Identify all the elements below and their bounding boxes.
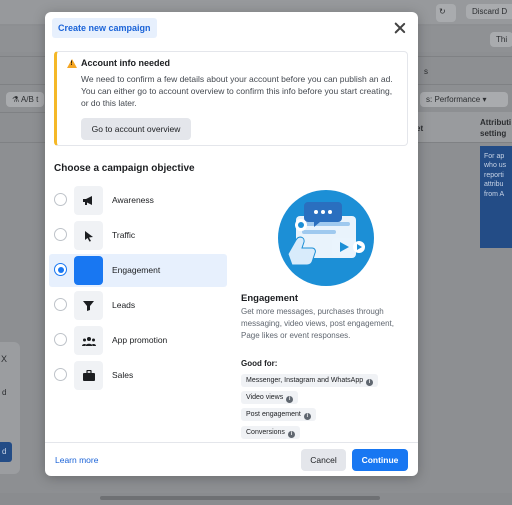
good-for-chip: Post engagement i <box>241 408 316 421</box>
tooltip-line: For ap <box>484 153 505 160</box>
radio-button[interactable] <box>54 193 67 206</box>
chip-label: Post engagement <box>246 411 301 418</box>
radio-button[interactable] <box>54 368 67 381</box>
objective-app-promotion[interactable]: App promotion <box>49 324 227 357</box>
background-performance-dropdown: s: Performance ▾ <box>420 92 508 107</box>
dialog-footer: Learn more Cancel Continue <box>45 442 418 476</box>
section-title: Choose a campaign objective <box>54 163 195 174</box>
learn-more-link[interactable]: Learn more <box>55 455 98 465</box>
objective-label: Engagement <box>112 265 161 275</box>
flask-icon: ⚗ <box>12 95 20 104</box>
go-to-account-overview-button[interactable]: Go to account overview <box>81 118 191 140</box>
close-icon[interactable] <box>394 22 406 34</box>
dialog-title: Create new campaign <box>52 18 157 38</box>
alert-body: We need to confirm a few details about y… <box>81 74 393 108</box>
background-scrollbar-thumb <box>100 496 380 500</box>
create-campaign-dialog: Create new campaign ! Account info neede… <box>45 12 418 476</box>
people-icon <box>74 326 103 355</box>
chip-label: Messenger, Instagram and WhatsApp <box>246 377 364 384</box>
chip-label: Conversions <box>246 429 285 436</box>
objective-traffic[interactable]: Traffic <box>49 219 227 252</box>
tooltip-line: from A <box>484 190 505 198</box>
account-info-alert: ! Account info needed We need to confirm… <box>54 51 408 146</box>
info-icon[interactable]: i <box>287 431 295 438</box>
objective-label: Awareness <box>112 195 154 205</box>
objective-label: Traffic <box>112 230 136 240</box>
background-discard-button: Discard D <box>466 4 512 19</box>
tooltip-line: reporti <box>484 171 504 179</box>
refresh-icon: ↻ <box>436 4 456 22</box>
background-column-label: Attributi <box>480 118 512 127</box>
info-icon[interactable]: i <box>286 396 294 403</box>
tooltip-line: who us <box>484 162 507 170</box>
background-this-button: Thi <box>490 32 512 47</box>
briefcase-icon <box>74 361 103 390</box>
funnel-icon <box>74 291 103 320</box>
radio-button[interactable] <box>54 263 67 276</box>
cancel-button[interactable]: Cancel <box>301 449 346 471</box>
background-table-header: et Attributi setting <box>410 112 512 142</box>
cursor-icon <box>74 221 103 250</box>
caret-down-icon: ▾ <box>482 95 487 104</box>
continue-button[interactable]: Continue <box>352 449 408 471</box>
objective-label: App promotion <box>112 335 168 345</box>
objective-detail-title: Engagement <box>241 293 299 304</box>
objective-sales[interactable]: Sales <box>49 359 227 392</box>
background-close-icon: X <box>1 354 8 364</box>
objective-engagement[interactable]: Engagement <box>49 254 227 287</box>
dialog-header: Create new campaign <box>45 12 418 48</box>
background-text: d <box>2 388 7 397</box>
background-s-label: s <box>424 67 428 76</box>
good-for-chip: Conversions i <box>241 426 300 439</box>
good-for-chip: Video views i <box>241 391 299 404</box>
good-for-chip: Messenger, Instagram and WhatsApp i <box>241 374 379 387</box>
radio-button[interactable] <box>54 333 67 346</box>
objective-label: Sales <box>112 370 134 380</box>
background-tooltip: For ap who us reporti attribu from A <box>480 146 512 248</box>
background-column-label: setting <box>480 129 507 138</box>
objective-awareness[interactable]: Awareness <box>49 184 227 217</box>
info-icon[interactable]: i <box>366 379 374 386</box>
chip-label: Video views <box>246 394 284 401</box>
objective-list: Awareness Traffic Engagement Leads App p… <box>49 184 227 394</box>
radio-button[interactable] <box>54 298 67 311</box>
objective-detail-description: Get more messages, purchases through mes… <box>241 307 394 340</box>
info-icon[interactable]: i <box>303 413 311 420</box>
alert-title: Account info needed <box>81 58 171 68</box>
engagement-icon <box>74 256 103 285</box>
background-ab-test-button: ⚗ A/B t <box>6 92 45 107</box>
radio-button[interactable] <box>54 228 67 241</box>
objective-label: Leads <box>112 300 136 310</box>
engagement-illustration <box>274 182 378 286</box>
background-blue-button: d <box>0 442 12 462</box>
good-for-label: Good for: <box>241 359 278 368</box>
warning-icon: ! <box>67 59 77 68</box>
megaphone-icon <box>74 186 103 215</box>
tooltip-line: attribu <box>484 181 504 189</box>
objective-leads[interactable]: Leads <box>49 289 227 322</box>
